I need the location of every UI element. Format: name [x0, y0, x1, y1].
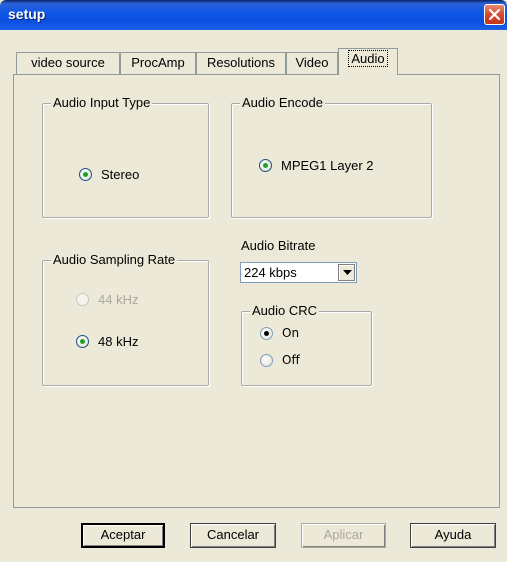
tab-video[interactable]: Video: [286, 52, 338, 74]
button-label: Aplicar: [323, 527, 364, 542]
dropdown-button[interactable]: [338, 264, 355, 281]
crc-off-radio[interactable]: Off: [260, 353, 300, 367]
chevron-down-icon: [343, 270, 352, 275]
audio-crc-group: Audio CRC On Off: [241, 303, 372, 386]
radio-label: 44 kHz: [98, 292, 139, 307]
title-bar[interactable]: setup: [0, 0, 507, 30]
radio-checked-icon: [259, 159, 272, 172]
audio-input-type-group: Audio Input Type Stereo: [42, 95, 209, 218]
crc-on-radio[interactable]: On: [260, 326, 299, 340]
radio-label: MPEG1 Layer 2: [281, 158, 374, 173]
apply-button[interactable]: Aplicar: [301, 523, 386, 548]
tab-label: Audio: [348, 50, 388, 67]
mpeg1-layer2-radio[interactable]: MPEG1 Layer 2: [259, 158, 374, 173]
help-button[interactable]: Ayuda: [410, 523, 496, 548]
close-icon: [488, 8, 501, 21]
radio-checked-icon: [79, 168, 92, 181]
ok-button[interactable]: Aceptar: [81, 523, 165, 548]
audio-bitrate-label: Audio Bitrate: [241, 238, 316, 253]
audio-encode-group: Audio Encode MPEG1 Layer 2: [231, 95, 432, 218]
tab-resolutions[interactable]: Resolutions: [196, 52, 286, 74]
close-button[interactable]: [484, 4, 505, 25]
button-label: Cancelar: [206, 527, 260, 542]
audio-sampling-rate-group: Audio Sampling Rate 44 kHz 48 kHz: [42, 252, 209, 386]
44khz-radio[interactable]: 44 kHz: [76, 292, 138, 307]
radio-checked-icon: [260, 326, 273, 340]
tab-video-source[interactable]: video source: [16, 52, 120, 74]
radio-unchecked-icon: [260, 353, 273, 367]
setup-dialog: setup video source ProcAmp Resolutions V…: [0, 0, 507, 562]
select-value: 224 kbps: [244, 265, 297, 280]
radio-unchecked-icon: [76, 293, 89, 306]
window-title: setup: [8, 6, 46, 22]
radio-checked-icon: [76, 335, 89, 348]
tab-audio[interactable]: Audio: [338, 48, 398, 75]
audio-tab-panel: Audio Input Type Stereo Audio Encode MPE…: [13, 74, 500, 508]
group-label: Audio Input Type: [51, 95, 153, 110]
group-label: Audio CRC: [250, 303, 320, 318]
radio-label: Stereo: [101, 167, 140, 182]
tab-label: Video: [295, 55, 329, 70]
cancel-button[interactable]: Cancelar: [190, 523, 276, 548]
tab-label: Resolutions: [207, 55, 275, 70]
audio-bitrate-select[interactable]: 224 kbps: [240, 262, 357, 283]
group-label: Audio Sampling Rate: [51, 252, 178, 267]
48khz-radio[interactable]: 48 kHz: [76, 334, 138, 349]
tab-procamp[interactable]: ProcAmp: [120, 52, 196, 74]
tab-label: video source: [31, 55, 105, 70]
button-label: Ayuda: [434, 527, 472, 542]
radio-label: On: [282, 326, 300, 340]
tab-label: ProcAmp: [131, 55, 185, 70]
group-label: Audio Encode: [240, 95, 325, 110]
radio-label: 48 kHz: [98, 334, 139, 349]
radio-label: Off: [282, 353, 300, 367]
stereo-radio[interactable]: Stereo: [79, 167, 139, 182]
button-label: Aceptar: [100, 527, 146, 542]
